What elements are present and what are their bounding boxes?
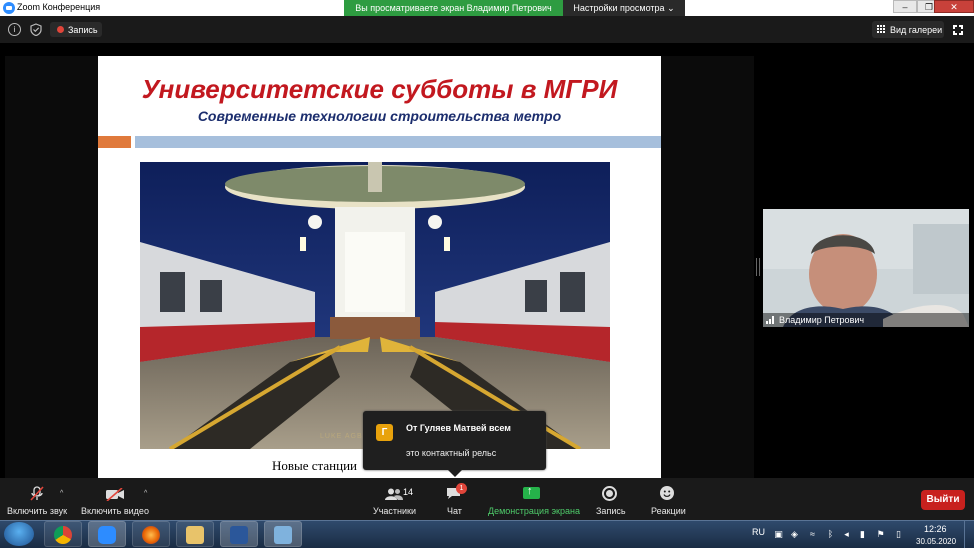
volume-icon[interactable]: ◂ — [842, 530, 851, 539]
participant-name: Владимир Петрович — [779, 315, 865, 325]
flag-icon[interactable]: ⚑ — [876, 530, 885, 539]
video-options-caret[interactable]: ^ — [144, 490, 147, 497]
word-icon — [230, 526, 248, 544]
audio-options-caret[interactable]: ^ — [60, 490, 63, 497]
monitor-icon — [274, 526, 292, 544]
record-icon[interactable] — [602, 486, 617, 501]
bluetooth-icon[interactable]: ᛒ — [826, 530, 835, 539]
slide-title: Университетские субботы в МГРИ — [141, 74, 618, 104]
leave-meeting-button[interactable]: Выйти — [921, 490, 965, 510]
signal-strength-icon — [766, 316, 776, 324]
participants-icon[interactable] — [385, 487, 403, 500]
record-button[interactable]: Запись — [596, 506, 626, 516]
chat-popup-pointer — [448, 470, 462, 477]
chat-message: это контактный рельс — [406, 448, 497, 458]
input-language[interactable]: RU — [752, 527, 765, 537]
grid-icon — [877, 25, 886, 34]
chat-button[interactable]: Чат — [447, 506, 462, 516]
taskbar-screen-app[interactable] — [264, 521, 302, 547]
panel-splitter-handle[interactable] — [756, 258, 760, 276]
recording-label: Запись — [68, 25, 98, 35]
unmute-button[interactable]: Включить звук — [7, 506, 67, 516]
minimize-button[interactable]: – — [893, 0, 917, 13]
smiley-icon[interactable] — [660, 486, 674, 500]
signal-icon[interactable]: ▮ — [858, 530, 867, 539]
metro-station-photo — [140, 162, 610, 449]
slide-caption: Новые станции — [272, 458, 357, 473]
slide-subtitle: Современные технологии строительства мет… — [197, 108, 562, 124]
taskbar-explorer[interactable] — [176, 521, 214, 547]
close-button[interactable]: ✕ — [934, 0, 974, 13]
tray-zoom-icon[interactable]: ▣ — [774, 530, 783, 539]
muted-microphone-icon[interactable] — [30, 486, 44, 501]
zoom-app-icon — [3, 2, 15, 14]
start-video-button[interactable]: Включить видео — [81, 506, 149, 516]
shield-icon[interactable] — [30, 23, 42, 37]
show-desktop-button[interactable] — [964, 521, 974, 548]
share-screen-button[interactable]: Демонстрация экрана — [488, 506, 580, 516]
chat-sender-avatar: Г — [376, 424, 393, 441]
tray-network-icon[interactable]: ◈ — [790, 530, 799, 539]
zoom-icon — [98, 526, 116, 544]
chevron-down-icon: ⌄ — [667, 3, 675, 13]
share-screen-icon[interactable] — [523, 485, 540, 499]
windows-start-icon[interactable] — [4, 522, 34, 546]
taskbar-firefox[interactable] — [132, 521, 170, 547]
firefox-icon — [142, 526, 160, 544]
battery-icon[interactable]: ▯ — [894, 530, 903, 539]
stopped-video-camera-icon[interactable] — [105, 487, 125, 502]
gallery-view-label: Вид галереи — [890, 25, 943, 35]
unread-chat-badge: 1 — [456, 483, 467, 494]
viewing-share-banner: Вы просматриваете экран Владимир Петрови… — [344, 0, 563, 16]
fullscreen-icon[interactable] — [952, 24, 966, 38]
top-toolbar — [0, 16, 974, 43]
tray-wifi-icon[interactable]: ≈ — [808, 530, 817, 539]
folder-icon — [186, 526, 204, 544]
reactions-button[interactable]: Реакции — [651, 506, 686, 516]
taskbar-zoom[interactable] — [88, 521, 126, 547]
window-title: Zoom Конференция — [17, 2, 101, 12]
view-settings-label: Настройки просмотра — [573, 3, 665, 13]
info-icon[interactable]: i — [8, 23, 21, 36]
slide-accent-bar-blue — [135, 136, 661, 148]
record-dot-icon — [57, 26, 64, 33]
chrome-icon — [54, 526, 72, 544]
clock-date[interactable]: 30.05.2020 — [916, 537, 956, 546]
taskbar-chrome[interactable] — [44, 521, 82, 547]
clock-time[interactable]: 12:26 — [924, 524, 947, 534]
participants-count: 14 — [403, 487, 414, 497]
participant-video-tile[interactable] — [763, 209, 969, 327]
taskbar-word[interactable] — [220, 521, 258, 547]
slide-accent-bar-orange — [98, 136, 131, 148]
participants-button[interactable]: Участники — [373, 506, 416, 516]
view-settings-dropdown[interactable]: Настройки просмотра ⌄ — [563, 0, 685, 16]
chat-sender: От Гуляев Матвей всем — [406, 423, 511, 433]
